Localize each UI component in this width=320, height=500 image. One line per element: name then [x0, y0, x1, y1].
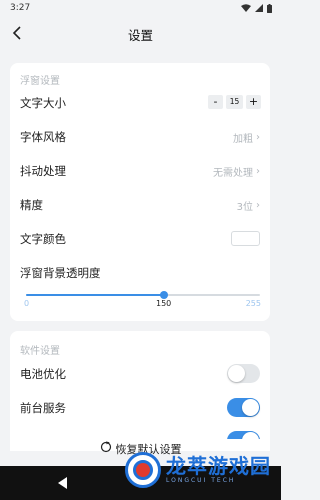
toggle-knob: [242, 432, 259, 439]
opacity-label: 浮窗背景透明度: [20, 266, 101, 280]
floating-window-settings-card: 浮窗设置 文字大小 - 15 + 字体风格 加粗 › 抖动处理 无需处理 › 精…: [10, 63, 270, 321]
reset-icon: [100, 441, 111, 453]
decrement-button[interactable]: -: [208, 95, 223, 109]
precision-value: 3位: [236, 202, 253, 213]
software-settings-card: 软件设置 电池优化 前台服务: [10, 331, 270, 451]
toggle-switch[interactable]: [227, 431, 260, 439]
text-color-label: 文字颜色: [20, 232, 66, 246]
system-back-icon[interactable]: [58, 477, 67, 489]
jitter-row[interactable]: 抖动处理 无需处理 ›: [10, 153, 270, 187]
toggle-knob: [242, 399, 259, 416]
precision-row[interactable]: 精度 3位 ›: [10, 187, 270, 221]
text-color-swatch[interactable]: [231, 231, 260, 246]
status-bar: 3:27: [0, 0, 281, 16]
status-icons: [241, 3, 272, 13]
slider-min-label: 0: [24, 299, 30, 308]
slider-thumb[interactable]: [160, 291, 168, 299]
partial-toggle[interactable]: [227, 431, 260, 439]
signal-icon: [255, 4, 263, 12]
watermark: 龙萃游戏园 LONGCUI TECH: [125, 452, 271, 488]
watermark-subtitle: LONGCUI TECH: [166, 477, 236, 484]
font-style-value: 加粗: [233, 134, 253, 145]
opacity-row: 浮窗背景透明度: [10, 255, 270, 289]
text-color-row: 文字颜色: [10, 221, 270, 255]
wifi-icon: [241, 4, 251, 12]
opacity-slider[interactable]: [26, 289, 260, 301]
precision-label: 精度: [20, 198, 43, 212]
foreground-service-label: 前台服务: [20, 401, 66, 415]
section-title-software: 软件设置: [20, 346, 60, 357]
jitter-value: 无需处理: [213, 168, 253, 179]
battery-icon: [267, 3, 272, 13]
jitter-label: 抖动处理: [20, 164, 66, 178]
watermark-logo-icon: [125, 452, 161, 488]
battery-optimization-toggle[interactable]: [227, 364, 260, 383]
app-header: 设置: [0, 18, 281, 48]
increment-button[interactable]: +: [246, 95, 261, 109]
font-size-value[interactable]: 15: [226, 95, 243, 109]
battery-optimization-label: 电池优化: [20, 367, 66, 381]
battery-optimization-row: 电池优化: [10, 356, 270, 390]
font-style-row[interactable]: 字体风格 加粗 ›: [10, 119, 270, 153]
chevron-right-icon: ›: [256, 200, 260, 211]
font-size-stepper: - 15 +: [208, 95, 261, 109]
slider-value-label: 150: [156, 299, 172, 308]
font-size-label: 文字大小: [20, 96, 66, 110]
foreground-service-toggle[interactable]: [227, 398, 260, 417]
watermark-title: 龙萃游戏园: [166, 454, 271, 478]
status-time: 3:27: [10, 3, 31, 13]
foreground-service-row: 前台服务: [10, 390, 270, 424]
font-style-label: 字体风格: [20, 130, 66, 144]
chevron-right-icon: ›: [256, 166, 260, 177]
page-title: 设置: [127, 28, 153, 43]
font-size-row: 文字大小 - 15 +: [10, 85, 270, 119]
slider-fill: [26, 294, 164, 296]
slider-max-label: 255: [245, 299, 261, 308]
toggle-knob: [228, 365, 245, 382]
chevron-right-icon: ›: [256, 132, 260, 143]
